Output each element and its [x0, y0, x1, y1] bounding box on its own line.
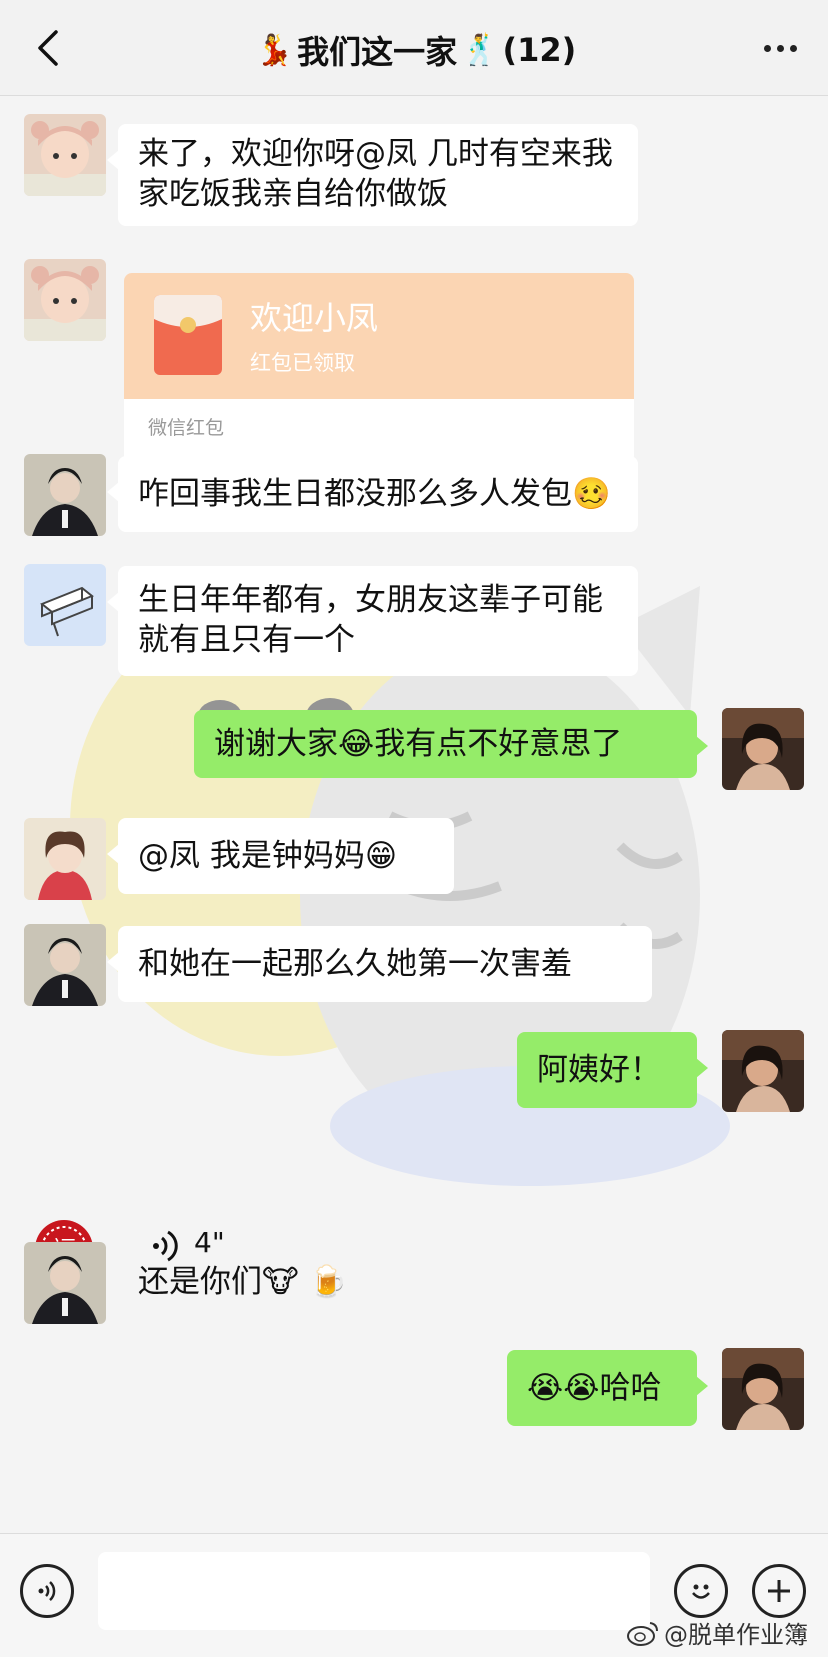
- message-bubble[interactable]: 来了，欢迎你呀@凤 几时有空来我家吃饭我亲自给你做饭: [107, 124, 638, 226]
- chat-title: 💃 我们这一家 🕺 (12): [150, 28, 678, 72]
- more-functions-button[interactable]: [752, 1564, 806, 1618]
- member-count: (12): [502, 31, 577, 69]
- red-packet-title: 欢迎小凤: [250, 299, 379, 337]
- message-text: 谢谢大家😂我有点不好意思了: [214, 726, 623, 762]
- message-text: 和她在一起那么久她第一次害羞: [138, 946, 572, 982]
- avatar-young-man[interactable]: [24, 1242, 106, 1324]
- message-text: 来了，欢迎你呀@凤 几时有空来我家吃饭我亲自给你做饭: [138, 136, 613, 212]
- message-text: @凤 我是钟妈妈😁: [138, 838, 398, 874]
- avatar-baby-hat[interactable]: [24, 259, 106, 341]
- message-bubble[interactable]: 阿姨好！: [517, 1032, 708, 1108]
- message-text: 😭😭哈哈: [527, 1370, 662, 1406]
- avatar-young-man[interactable]: [24, 454, 106, 536]
- message-bubble[interactable]: 😭😭哈哈: [507, 1350, 708, 1426]
- red-packet-status: 红包已领取: [250, 351, 355, 375]
- more-options-button[interactable]: [754, 26, 806, 70]
- message-text: 还是你们🐮 🍺: [138, 1264, 348, 1300]
- weibo-watermark: @脱单作业簿: [626, 1615, 808, 1650]
- back-button[interactable]: [26, 26, 70, 70]
- watermark-text: @脱单作业簿: [664, 1621, 808, 1649]
- avatar-baby-hat[interactable]: [24, 114, 106, 196]
- smiley-icon: [692, 1584, 710, 1599]
- dancer-emoji: 💃: [255, 32, 294, 68]
- avatar-little-girl[interactable]: [24, 818, 106, 900]
- avatar-self[interactable]: [722, 708, 804, 790]
- message-text: 咋回事我生日都没那么多人发包🥴: [138, 476, 611, 512]
- man-dancing-emoji: 🕺: [461, 32, 499, 68]
- message-bubble[interactable]: 生日年年都有，女朋友这辈子可能就有且只有一个: [107, 566, 638, 676]
- emoji-button[interactable]: [674, 1564, 728, 1618]
- red-packet-footer: 微信红包: [148, 417, 225, 439]
- message-input[interactable]: [98, 1552, 650, 1630]
- voice-icon: [38, 1581, 56, 1601]
- plus-icon: [768, 1580, 790, 1602]
- avatar-young-man[interactable]: [24, 924, 106, 1006]
- red-envelope-icon: [154, 295, 222, 375]
- message-bubble[interactable]: 咋回事我生日都没那么多人发包🥴: [107, 456, 638, 532]
- message-bubble[interactable]: 和她在一起那么久她第一次害羞: [107, 926, 652, 1002]
- message-bubble[interactable]: 谢谢大家😂我有点不好意思了: [194, 710, 708, 778]
- message-text-plain[interactable]: 还是你们🐮 🍺: [118, 1244, 378, 1320]
- dot-icon: [763, 44, 771, 52]
- message-text: 阿姨好！: [537, 1052, 661, 1088]
- message-bubble[interactable]: @凤 我是钟妈妈😁: [107, 818, 454, 894]
- chat-area[interactable]: 来了，欢迎你呀@凤 几时有空来我家吃饭我亲自给你做饭 欢迎小凤 红包已领取 微信…: [0, 96, 828, 1533]
- avatar-self[interactable]: [722, 1030, 804, 1112]
- dot-icon: [776, 44, 784, 52]
- avatar-self[interactable]: [722, 1348, 804, 1430]
- voice-input-button[interactable]: [20, 1564, 74, 1618]
- dot-icon: [789, 44, 797, 52]
- avatar-cake-sketch[interactable]: [24, 564, 106, 646]
- group-name: 我们这一家: [297, 33, 458, 71]
- chevron-left-icon: [38, 30, 58, 66]
- chat-header: 💃 我们这一家 🕺 (12): [0, 0, 828, 96]
- message-text: 生日年年都有，女朋友这辈子可能就有且只有一个: [138, 582, 603, 658]
- red-packet-card[interactable]: 欢迎小凤 红包已领取 微信红包: [124, 273, 634, 463]
- weibo-logo-icon: [627, 1621, 658, 1646]
